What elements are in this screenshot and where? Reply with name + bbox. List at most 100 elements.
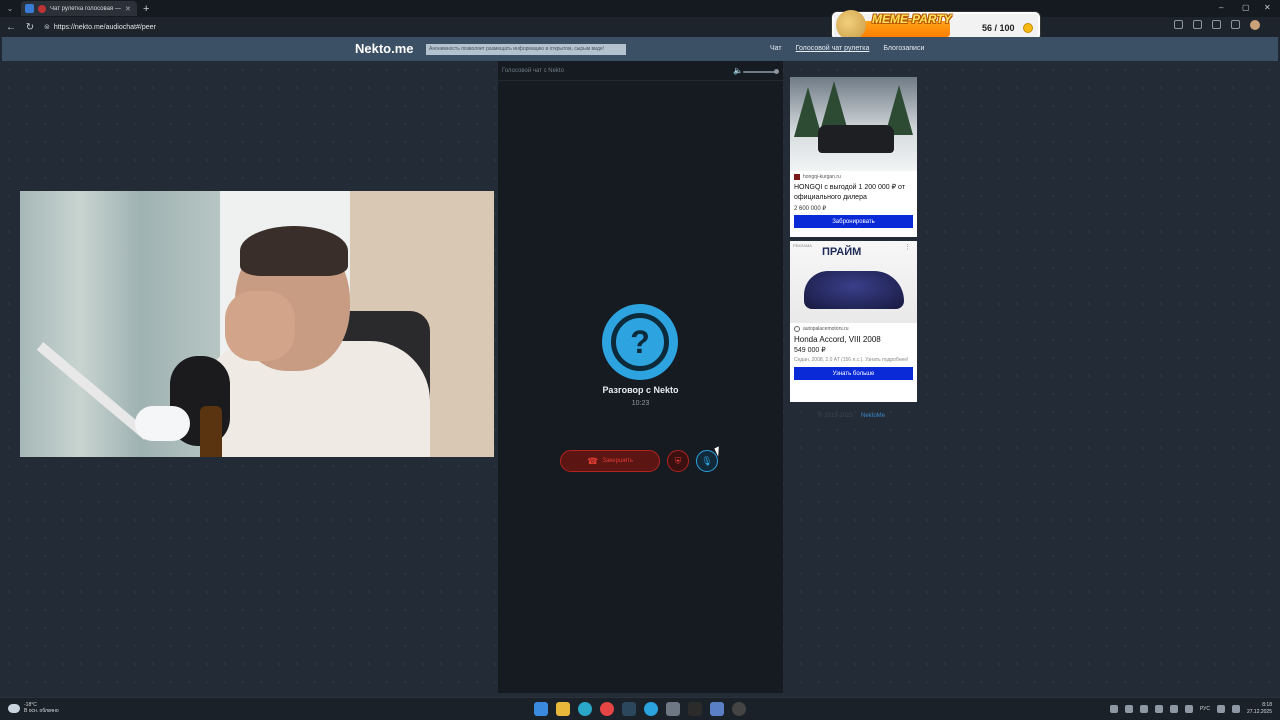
system-clock[interactable]: 8:18 27.12.2025 bbox=[1247, 702, 1272, 716]
site-logo[interactable]: Nekto.me bbox=[355, 41, 414, 56]
ad-cta-button[interactable]: Узнать больше bbox=[794, 367, 913, 380]
footer-link[interactable]: NektoMe bbox=[861, 413, 885, 419]
site-nav: Чат Голосовой чат рулетка Блогозаписи bbox=[770, 45, 924, 52]
ad-car-image bbox=[804, 271, 904, 309]
bookmark-star-icon[interactable] bbox=[1193, 20, 1202, 29]
ad-title[interactable]: HONGQI с выгодой 1 200 000 ₽ от официаль… bbox=[794, 183, 913, 203]
system-tray: РУС 8:18 27.12.2025 bbox=[1109, 702, 1272, 716]
nav-chat-link[interactable]: Чат bbox=[770, 45, 782, 52]
ad-price: 2 600 000 ₽ bbox=[794, 206, 827, 212]
telegram-icon[interactable] bbox=[644, 702, 658, 716]
browser-toolbar-icons bbox=[1174, 20, 1260, 30]
network-icon[interactable] bbox=[1216, 705, 1225, 713]
volume-icon[interactable]: 🔈 bbox=[733, 66, 743, 75]
ad-card-honda[interactable]: РЕКЛАМА ⋮ ПРАЙМ autopalacemotors.ru Hond… bbox=[790, 241, 917, 402]
voice-chat-panel: Голосовой чат с Nekto 🔈 ? Разговор с Nek… bbox=[498, 61, 783, 693]
ad-car-image bbox=[818, 125, 894, 153]
obs-icon[interactable] bbox=[688, 702, 702, 716]
volume-slider[interactable] bbox=[743, 71, 777, 73]
ad-menu-icon[interactable]: ⋮ bbox=[904, 243, 911, 251]
ad-price: 549 000 ₽ bbox=[794, 347, 826, 354]
ad-card-hongqi[interactable]: hongqi-kurgan.ru HONGQI с выгодой 1 200 … bbox=[790, 77, 917, 237]
tray-steam-icon[interactable] bbox=[1154, 705, 1163, 713]
ad-source: autopalacemotors.ru bbox=[794, 326, 913, 332]
ad-title[interactable]: Honda Accord, VIII 2008 bbox=[794, 335, 913, 344]
settings-icon[interactable] bbox=[666, 702, 680, 716]
ad-label: РЕКЛАМА bbox=[793, 243, 812, 248]
windows-taskbar: -18°C В осн. облачно РУС 8:18 27.12.2025 bbox=[0, 697, 1280, 720]
chat-panel-title: Голосовой чат с Nekto bbox=[502, 68, 564, 74]
reload-icon[interactable]: ↻ bbox=[22, 19, 38, 35]
file-explorer-icon[interactable] bbox=[556, 702, 570, 716]
recording-app-icon[interactable] bbox=[732, 702, 746, 716]
maximize-button[interactable]: ▢ bbox=[1242, 3, 1250, 12]
edge-icon[interactable] bbox=[578, 702, 592, 716]
weather-widget[interactable]: -18°C В осн. облачно bbox=[8, 702, 59, 714]
weather-desc: В осн. облачно bbox=[24, 708, 59, 714]
tab-favicon-icon bbox=[25, 4, 34, 13]
end-call-button[interactable]: ☎ Завершить bbox=[560, 450, 660, 472]
tray-mic-icon[interactable] bbox=[1184, 705, 1193, 713]
question-mark-icon: ? bbox=[611, 313, 669, 371]
ad-image-sedan: РЕКЛАМА ⋮ ПРАЙМ bbox=[790, 241, 917, 323]
tab-close-icon[interactable]: ✕ bbox=[125, 5, 133, 13]
site-header: Nekto.me Анонимность позволяет размещать… bbox=[2, 37, 1278, 61]
meme-party-overlay: MEME-PARTY 56 / 100 bbox=[832, 10, 1040, 40]
favorites-icon[interactable] bbox=[1231, 20, 1240, 29]
tab-title: Чат рулетка голосовая — N bbox=[50, 5, 121, 12]
tray-chevron-icon[interactable] bbox=[1109, 705, 1118, 713]
call-timer: 10:23 bbox=[631, 400, 650, 407]
input-language[interactable]: РУС bbox=[1200, 706, 1210, 712]
url-text: https://nekto.me/audiochat#/peer bbox=[53, 23, 156, 31]
ad-source: hongqi-kurgan.ru bbox=[794, 174, 913, 180]
ad-brand-logo: ПРАЙМ bbox=[822, 246, 862, 258]
profile-avatar[interactable] bbox=[1250, 20, 1260, 30]
footer-copyright: © 2013-2025 bbox=[818, 413, 853, 419]
clock-time: 8:18 bbox=[1262, 702, 1272, 708]
tray-telegram-icon[interactable] bbox=[1169, 705, 1178, 713]
shield-icon: ⛨ bbox=[674, 455, 682, 466]
ad-cta-button[interactable]: Забронировать bbox=[794, 215, 913, 228]
tray-app-icon[interactable] bbox=[1139, 705, 1148, 713]
back-arrow-icon[interactable]: ← bbox=[3, 19, 19, 35]
volume-slider-knob[interactable] bbox=[774, 69, 779, 74]
taskbar-apps bbox=[534, 702, 746, 716]
ad-source-domain: autopalacemotors.ru bbox=[803, 326, 849, 332]
steam-icon[interactable] bbox=[622, 702, 636, 716]
ad-source-icon bbox=[794, 174, 800, 180]
yandex-browser-icon[interactable] bbox=[600, 702, 614, 716]
close-window-button[interactable]: ✕ bbox=[1264, 3, 1271, 12]
ad-source-icon bbox=[794, 326, 800, 332]
end-call-label: Завершить bbox=[602, 458, 633, 464]
volume-tray-icon[interactable] bbox=[1231, 705, 1240, 713]
tray-app-icon[interactable] bbox=[1124, 705, 1133, 713]
app-icon[interactable] bbox=[710, 702, 724, 716]
nav-voice-link[interactable]: Голосовой чат рулетка bbox=[796, 45, 870, 52]
address-bar: ← ↻ ⊜ https://nekto.me/audiochat#/peer bbox=[0, 17, 1280, 37]
reader-icon[interactable] bbox=[1174, 20, 1183, 29]
start-icon[interactable] bbox=[534, 702, 548, 716]
nav-blog-link[interactable]: Блогозаписи bbox=[883, 45, 924, 52]
extensions-icon[interactable] bbox=[1212, 20, 1221, 29]
new-tab-button[interactable]: + bbox=[143, 3, 149, 15]
site-info-icon[interactable]: ⊜ bbox=[44, 23, 50, 31]
meme-score: 56 / 100 bbox=[982, 23, 1015, 33]
peer-label: Разговор с Nekto bbox=[602, 385, 679, 395]
webcam-person-hair bbox=[240, 226, 348, 276]
ad-image-suv bbox=[790, 77, 917, 171]
tab-recording-icon bbox=[38, 4, 46, 13]
minimize-button[interactable]: – bbox=[1219, 3, 1223, 12]
peer-avatar: ? bbox=[602, 304, 678, 380]
cloud-icon bbox=[8, 703, 20, 713]
ad-source-domain: hongqi-kurgan.ru bbox=[803, 174, 841, 180]
coin-icon bbox=[1023, 23, 1033, 33]
webcam-bottle bbox=[200, 406, 222, 457]
mic-toggle-button[interactable]: 🎙 bbox=[696, 450, 718, 472]
report-button[interactable]: ⛨ bbox=[667, 450, 689, 472]
microphone-icon: 🎙 bbox=[701, 455, 713, 466]
webcam-mic-base bbox=[135, 406, 190, 441]
site-notice: Анонимность позволяет размещать информац… bbox=[426, 44, 626, 55]
browser-tab[interactable]: Чат рулетка голосовая — N ✕ bbox=[21, 1, 137, 16]
tab-list-chevron-icon[interactable]: ⌄ bbox=[3, 2, 17, 16]
hang-up-icon: ☎ bbox=[586, 455, 599, 466]
